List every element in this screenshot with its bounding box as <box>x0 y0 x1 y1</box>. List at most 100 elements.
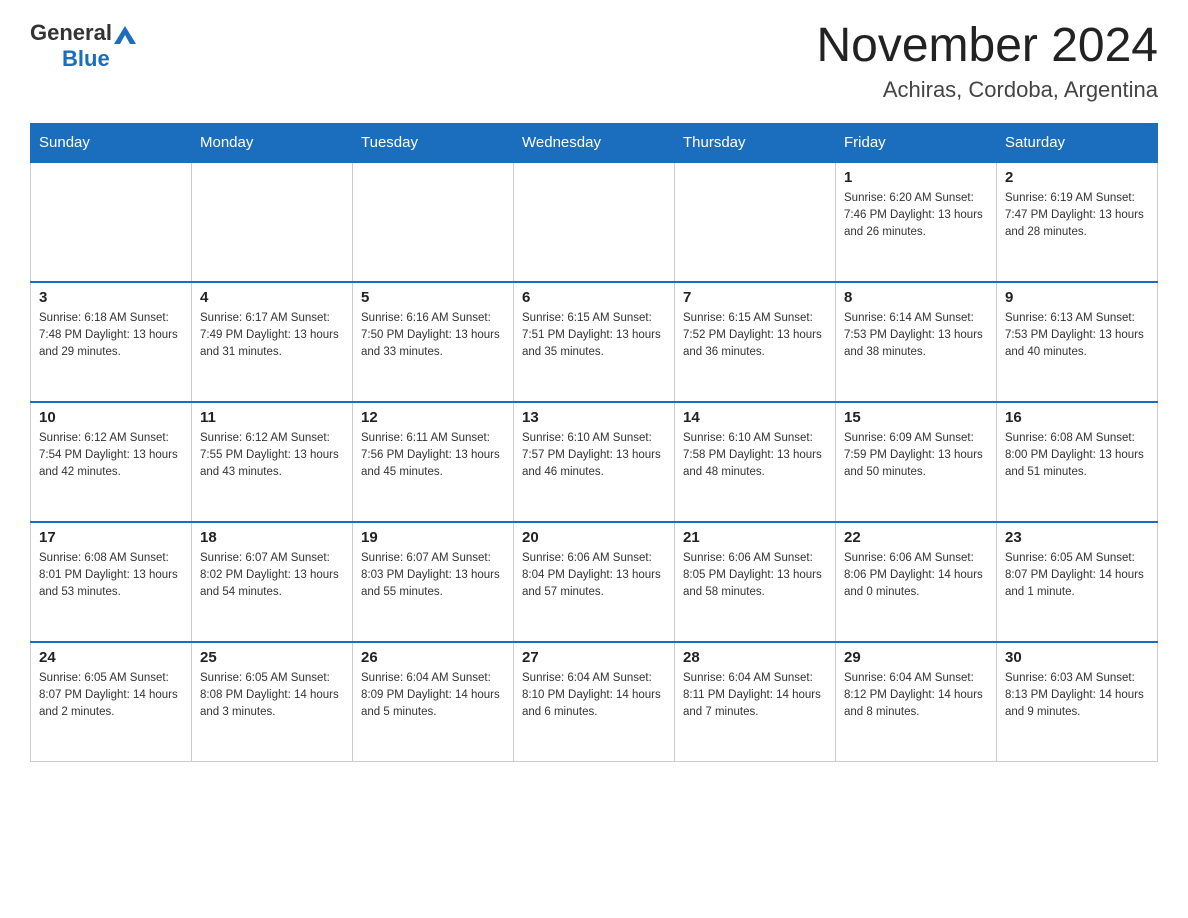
day-info: Sunrise: 6:06 AM Sunset: 8:06 PM Dayligh… <box>844 550 988 602</box>
calendar-header-row: SundayMondayTuesdayWednesdayThursdayFrid… <box>31 123 1158 162</box>
day-number: 1 <box>844 169 988 186</box>
day-info: Sunrise: 6:08 AM Sunset: 8:01 PM Dayligh… <box>39 550 183 602</box>
day-number: 9 <box>1005 289 1149 306</box>
calendar-cell <box>31 162 192 282</box>
col-header-monday: Monday <box>192 123 353 162</box>
day-number: 5 <box>361 289 505 306</box>
calendar-cell: 8 Sunrise: 6:14 AM Sunset: 7:53 PM Daylig… <box>836 282 997 402</box>
day-info: Sunrise: 6:05 AM Sunset: 8:07 PM Dayligh… <box>39 670 183 722</box>
calendar-cell: 2 Sunrise: 6:19 AM Sunset: 7:47 PM Daylig… <box>997 162 1158 282</box>
calendar-cell: 15Sunrise: 6:09 AM Sunset: 7:59 PM Dayli… <box>836 402 997 522</box>
logo-triangle-icon <box>114 24 136 44</box>
day-info: Sunrise: 6:08 AM Sunset: 8:00 PM Dayligh… <box>1005 430 1149 482</box>
day-number: 25 <box>200 649 344 666</box>
day-number: 26 <box>361 649 505 666</box>
day-number: 24 <box>39 649 183 666</box>
day-number: 8 <box>844 289 988 306</box>
calendar-cell <box>514 162 675 282</box>
day-number: 28 <box>683 649 827 666</box>
day-info: Sunrise: 6:04 AM Sunset: 8:10 PM Dayligh… <box>522 670 666 722</box>
calendar-cell: 6Sunrise: 6:15 AM Sunset: 7:51 PM Daylig… <box>514 282 675 402</box>
calendar-cell: 4 Sunrise: 6:17 AM Sunset: 7:49 PM Daylig… <box>192 282 353 402</box>
calendar-week-row: 17Sunrise: 6:08 AM Sunset: 8:01 PM Dayli… <box>31 522 1158 642</box>
day-number: 10 <box>39 409 183 426</box>
day-number: 3 <box>39 289 183 306</box>
logo: General Blue <box>30 20 136 72</box>
day-number: 4 <box>200 289 344 306</box>
calendar-week-row: 24 Sunrise: 6:05 AM Sunset: 8:07 PM Dayli… <box>31 642 1158 762</box>
col-header-tuesday: Tuesday <box>353 123 514 162</box>
day-number: 16 <box>1005 409 1149 426</box>
day-info: Sunrise: 6:19 AM Sunset: 7:47 PM Dayligh… <box>1005 190 1149 242</box>
calendar-cell: 23 Sunrise: 6:05 AM Sunset: 8:07 PM Dayli… <box>997 522 1158 642</box>
day-number: 29 <box>844 649 988 666</box>
day-info: Sunrise: 6:09 AM Sunset: 7:59 PM Dayligh… <box>844 430 988 482</box>
calendar-cell <box>192 162 353 282</box>
calendar-cell <box>353 162 514 282</box>
logo-blue-text: Blue <box>62 46 110 72</box>
day-info: Sunrise: 6:05 AM Sunset: 8:08 PM Dayligh… <box>200 670 344 722</box>
day-number: 22 <box>844 529 988 546</box>
calendar-week-row: 3 Sunrise: 6:18 AM Sunset: 7:48 PM Daylig… <box>31 282 1158 402</box>
day-number: 13 <box>522 409 666 426</box>
day-number: 7 <box>683 289 827 306</box>
calendar-cell <box>675 162 836 282</box>
calendar-cell: 26 Sunrise: 6:04 AM Sunset: 8:09 PM Dayli… <box>353 642 514 762</box>
calendar-week-row: 1 Sunrise: 6:20 AM Sunset: 7:46 PM Daylig… <box>31 162 1158 282</box>
day-info: Sunrise: 6:06 AM Sunset: 8:04 PM Dayligh… <box>522 550 666 602</box>
calendar-cell: 18Sunrise: 6:07 AM Sunset: 8:02 PM Dayli… <box>192 522 353 642</box>
day-info: Sunrise: 6:04 AM Sunset: 8:11 PM Dayligh… <box>683 670 827 722</box>
day-info: Sunrise: 6:17 AM Sunset: 7:49 PM Dayligh… <box>200 310 344 362</box>
day-info: Sunrise: 6:15 AM Sunset: 7:52 PM Dayligh… <box>683 310 827 362</box>
day-number: 30 <box>1005 649 1149 666</box>
calendar-cell: 30 Sunrise: 6:03 AM Sunset: 8:13 PM Dayli… <box>997 642 1158 762</box>
calendar-cell: 21 Sunrise: 6:06 AM Sunset: 8:05 PM Dayli… <box>675 522 836 642</box>
calendar-cell: 25 Sunrise: 6:05 AM Sunset: 8:08 PM Dayli… <box>192 642 353 762</box>
calendar-cell: 14 Sunrise: 6:10 AM Sunset: 7:58 PM Dayli… <box>675 402 836 522</box>
day-info: Sunrise: 6:04 AM Sunset: 8:09 PM Dayligh… <box>361 670 505 722</box>
col-header-friday: Friday <box>836 123 997 162</box>
col-header-wednesday: Wednesday <box>514 123 675 162</box>
day-number: 21 <box>683 529 827 546</box>
calendar-cell: 17Sunrise: 6:08 AM Sunset: 8:01 PM Dayli… <box>31 522 192 642</box>
calendar-week-row: 10Sunrise: 6:12 AM Sunset: 7:54 PM Dayli… <box>31 402 1158 522</box>
calendar-cell: 29Sunrise: 6:04 AM Sunset: 8:12 PM Dayli… <box>836 642 997 762</box>
day-info: Sunrise: 6:13 AM Sunset: 7:53 PM Dayligh… <box>1005 310 1149 362</box>
month-title: November 2024 <box>816 20 1158 73</box>
col-header-saturday: Saturday <box>997 123 1158 162</box>
day-info: Sunrise: 6:20 AM Sunset: 7:46 PM Dayligh… <box>844 190 988 242</box>
col-header-sunday: Sunday <box>31 123 192 162</box>
day-info: Sunrise: 6:11 AM Sunset: 7:56 PM Dayligh… <box>361 430 505 482</box>
day-number: 11 <box>200 409 344 426</box>
calendar-cell: 5 Sunrise: 6:16 AM Sunset: 7:50 PM Daylig… <box>353 282 514 402</box>
calendar-cell: 3 Sunrise: 6:18 AM Sunset: 7:48 PM Daylig… <box>31 282 192 402</box>
day-info: Sunrise: 6:03 AM Sunset: 8:13 PM Dayligh… <box>1005 670 1149 722</box>
day-number: 2 <box>1005 169 1149 186</box>
day-info: Sunrise: 6:10 AM Sunset: 7:57 PM Dayligh… <box>522 430 666 482</box>
day-info: Sunrise: 6:10 AM Sunset: 7:58 PM Dayligh… <box>683 430 827 482</box>
day-number: 19 <box>361 529 505 546</box>
day-info: Sunrise: 6:15 AM Sunset: 7:51 PM Dayligh… <box>522 310 666 362</box>
calendar-cell: 20 Sunrise: 6:06 AM Sunset: 8:04 PM Dayli… <box>514 522 675 642</box>
day-number: 27 <box>522 649 666 666</box>
col-header-thursday: Thursday <box>675 123 836 162</box>
logo-general-text: General <box>30 20 112 46</box>
page-header: General Blue November 2024 Achiras, Cord… <box>30 20 1158 103</box>
calendar-cell: 13 Sunrise: 6:10 AM Sunset: 7:57 PM Dayli… <box>514 402 675 522</box>
day-info: Sunrise: 6:05 AM Sunset: 8:07 PM Dayligh… <box>1005 550 1149 602</box>
calendar-cell: 11 Sunrise: 6:12 AM Sunset: 7:55 PM Dayli… <box>192 402 353 522</box>
calendar-cell: 24 Sunrise: 6:05 AM Sunset: 8:07 PM Dayli… <box>31 642 192 762</box>
calendar-cell: 19Sunrise: 6:07 AM Sunset: 8:03 PM Dayli… <box>353 522 514 642</box>
day-info: Sunrise: 6:16 AM Sunset: 7:50 PM Dayligh… <box>361 310 505 362</box>
day-number: 14 <box>683 409 827 426</box>
day-number: 20 <box>522 529 666 546</box>
location-title: Achiras, Cordoba, Argentina <box>816 77 1158 103</box>
day-info: Sunrise: 6:12 AM Sunset: 7:55 PM Dayligh… <box>200 430 344 482</box>
day-info: Sunrise: 6:18 AM Sunset: 7:48 PM Dayligh… <box>39 310 183 362</box>
day-info: Sunrise: 6:07 AM Sunset: 8:02 PM Dayligh… <box>200 550 344 602</box>
day-number: 23 <box>1005 529 1149 546</box>
calendar-cell: 1 Sunrise: 6:20 AM Sunset: 7:46 PM Daylig… <box>836 162 997 282</box>
day-info: Sunrise: 6:06 AM Sunset: 8:05 PM Dayligh… <box>683 550 827 602</box>
calendar-cell: 9 Sunrise: 6:13 AM Sunset: 7:53 PM Daylig… <box>997 282 1158 402</box>
day-info: Sunrise: 6:14 AM Sunset: 7:53 PM Dayligh… <box>844 310 988 362</box>
